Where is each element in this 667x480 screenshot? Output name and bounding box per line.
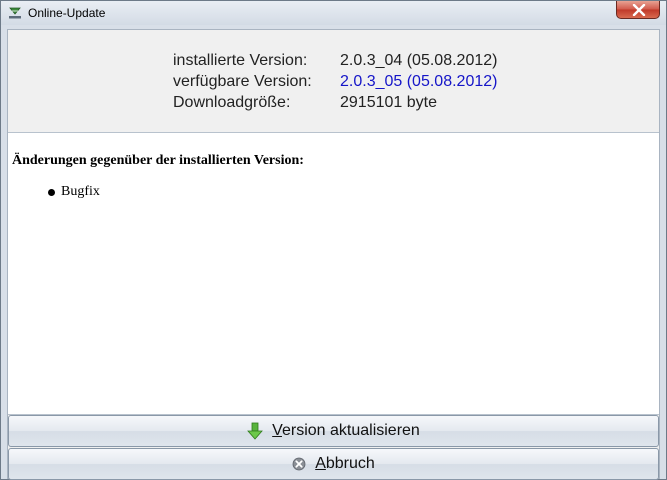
version-info-panel: installierte Version: 2.0.3_04 (05.08.20… bbox=[8, 30, 659, 132]
title-bar[interactable]: Online-Update bbox=[1, 1, 666, 25]
close-button[interactable] bbox=[616, 1, 660, 19]
installed-version-value: 2.0.3_04 (05.08.2012) bbox=[340, 52, 498, 69]
available-version-label: verfügbare Version: bbox=[173, 73, 312, 90]
update-version-button[interactable]: Version aktualisieren bbox=[8, 415, 659, 447]
dialog-content: installierte Version: 2.0.3_04 (05.08.20… bbox=[7, 29, 660, 480]
update-button-label: Version aktualisieren bbox=[272, 422, 420, 439]
cancel-button-label: Abbruch bbox=[315, 455, 375, 472]
download-size-value: 2915101 byte bbox=[340, 94, 437, 111]
cancel-circle-icon bbox=[292, 457, 306, 471]
available-version-value: 2.0.3_05 (05.08.2012) bbox=[340, 73, 498, 90]
list-item: Bugfix bbox=[48, 183, 100, 201]
installed-version-label: installierte Version: bbox=[173, 52, 308, 69]
changelog-panel[interactable]: Änderungen gegenüber der installierten V… bbox=[8, 132, 659, 415]
changelog-list: Bugfix bbox=[48, 183, 100, 201]
close-icon bbox=[632, 4, 646, 16]
green-down-arrow-icon bbox=[247, 422, 264, 440]
download-arrow-icon bbox=[7, 5, 23, 21]
change-item-text: Bugfix bbox=[61, 184, 100, 199]
online-update-window: Online-Update installierte Version: 2.0.… bbox=[0, 0, 667, 480]
download-size-label: Downloadgröße: bbox=[173, 94, 291, 111]
bullet-icon bbox=[48, 189, 55, 196]
cancel-button[interactable]: Abbruch bbox=[8, 448, 659, 480]
changelog-heading: Änderungen gegenüber der installierten V… bbox=[12, 153, 304, 168]
window-title: Online-Update bbox=[28, 6, 106, 20]
